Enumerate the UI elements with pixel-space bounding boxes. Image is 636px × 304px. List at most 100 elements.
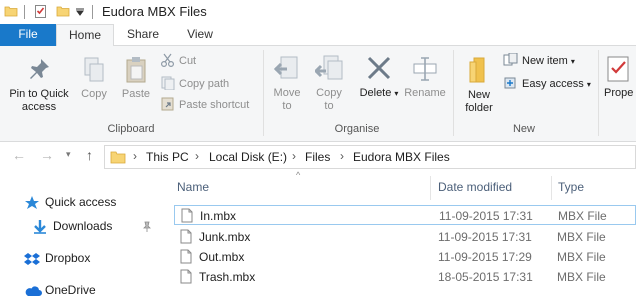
rename-label: Rename bbox=[404, 87, 446, 99]
file-date: 11-09-2015 17:31 bbox=[439, 209, 533, 223]
file-name: In.mbx bbox=[200, 209, 237, 223]
file-name: Trash.mbx bbox=[199, 270, 256, 284]
divider bbox=[24, 5, 25, 19]
file-type: MBX File bbox=[557, 250, 606, 264]
new-folder-label-1: New bbox=[467, 89, 490, 101]
title-bar: Eudora MBX Files bbox=[0, 0, 636, 24]
delete-dropdown-icon[interactable]: ▾ bbox=[394, 89, 398, 98]
new-item-button[interactable]: New item ▾ bbox=[503, 53, 575, 69]
properties-check-icon[interactable] bbox=[34, 4, 48, 19]
cut-button[interactable]: Cut bbox=[160, 53, 196, 69]
breadcrumb-this-pc[interactable]: This PC bbox=[146, 150, 189, 164]
delete-label: Delete bbox=[359, 87, 392, 99]
move-to-label-1: Move bbox=[273, 87, 301, 99]
copy-button[interactable]: Copy bbox=[76, 56, 112, 101]
divider bbox=[92, 5, 93, 19]
nav-item-label: OneDrive bbox=[45, 283, 96, 297]
pin-to-quick-access-button[interactable]: Pin to Quick access bbox=[4, 56, 74, 114]
window-title: Eudora MBX Files bbox=[102, 4, 207, 19]
copy-path-icon bbox=[161, 76, 175, 90]
organise-group-label: Organise bbox=[334, 123, 380, 135]
paste-button[interactable]: Paste bbox=[116, 56, 156, 101]
tab-share[interactable]: Share bbox=[118, 24, 168, 46]
nav-item-label: Downloads bbox=[53, 219, 113, 233]
copy-label: Copy bbox=[81, 88, 107, 100]
column-header-name[interactable]: Name bbox=[177, 180, 209, 194]
forward-arrow-icon[interactable]: → bbox=[40, 147, 54, 163]
move-to-label-2: to bbox=[282, 100, 292, 112]
delete-button[interactable]: Delete ▾ bbox=[358, 54, 400, 100]
paste-shortcut-label: Paste shortcut bbox=[179, 99, 250, 111]
table-row[interactable]: Junk.mbx 11-09-2015 17:31 MBX File bbox=[174, 227, 636, 247]
tab-file[interactable]: File bbox=[0, 24, 56, 46]
easy-access-label: Easy access bbox=[522, 78, 584, 90]
star-icon bbox=[25, 196, 39, 209]
sort-ascending-icon: ^ bbox=[296, 170, 301, 180]
new-item-icon bbox=[503, 53, 518, 66]
chevron-right-icon[interactable]: › bbox=[133, 149, 137, 163]
breadcrumb-eudora-mbx-files[interactable]: Eudora MBX Files bbox=[353, 150, 450, 164]
copy-to-label-1: Copy bbox=[316, 87, 342, 99]
table-row[interactable]: Trash.mbx 18-05-2015 17:31 MBX File bbox=[174, 267, 636, 287]
scissors-icon bbox=[161, 53, 174, 67]
file-date: 11-09-2015 17:29 bbox=[438, 250, 532, 264]
address-bar[interactable]: › This PC › Local Disk (E:) › Files › Eu… bbox=[104, 145, 636, 169]
chevron-right-icon[interactable]: › bbox=[195, 149, 199, 163]
tab-view[interactable]: View bbox=[176, 24, 224, 46]
pin-icon bbox=[30, 59, 49, 79]
table-row[interactable]: In.mbx 11-09-2015 17:31 MBX File bbox=[174, 205, 636, 225]
navigation-pane: Quick access Downloads Dropbox OneDrive bbox=[0, 172, 160, 304]
column-divider bbox=[551, 176, 552, 200]
file-type: MBX File bbox=[557, 230, 606, 244]
divider bbox=[453, 50, 454, 136]
back-arrow-icon[interactable]: ← bbox=[12, 147, 26, 163]
properties-button[interactable]: Prope bbox=[604, 54, 636, 100]
file-icon bbox=[181, 208, 193, 223]
breadcrumb-local-disk[interactable]: Local Disk (E:) bbox=[209, 150, 287, 164]
file-icon bbox=[180, 269, 192, 284]
folder-icon bbox=[110, 151, 126, 164]
properties-icon bbox=[607, 56, 629, 82]
delete-x-icon bbox=[367, 56, 391, 80]
chevron-right-icon[interactable]: › bbox=[292, 149, 296, 163]
up-arrow-icon[interactable]: ↑ bbox=[86, 147, 93, 163]
nav-item-label: Quick access bbox=[45, 195, 117, 209]
breadcrumb-files[interactable]: Files bbox=[305, 150, 330, 164]
file-icon bbox=[180, 249, 192, 264]
easy-access-button[interactable]: Easy access ▾ bbox=[503, 76, 591, 92]
paste-icon bbox=[126, 57, 146, 83]
column-divider bbox=[430, 176, 431, 200]
rename-button[interactable]: Rename bbox=[402, 54, 448, 100]
tab-home[interactable]: Home bbox=[56, 24, 114, 47]
ribbon-tabs: File Home Share View bbox=[0, 24, 636, 47]
move-to-icon bbox=[273, 56, 298, 79]
cloud-icon bbox=[25, 286, 42, 296]
copy-to-button[interactable]: Copy to bbox=[310, 54, 348, 113]
new-folder-qa-icon[interactable] bbox=[56, 4, 70, 18]
file-list: ^ Name Date modified Type In.mbx 11-09-2… bbox=[160, 170, 636, 304]
file-type: MBX File bbox=[558, 209, 607, 223]
table-row[interactable]: Out.mbx 11-09-2015 17:29 MBX File bbox=[174, 247, 636, 267]
new-folder-label-2: folder bbox=[465, 102, 493, 114]
dropbox-icon bbox=[24, 253, 40, 265]
customize-qa-dropdown-icon[interactable] bbox=[76, 8, 84, 16]
nav-item-label: Dropbox bbox=[45, 251, 91, 265]
file-date: 18-05-2015 17:31 bbox=[438, 270, 533, 284]
column-header-type[interactable]: Type bbox=[558, 180, 584, 194]
cut-label: Cut bbox=[179, 55, 197, 67]
paste-label: Paste bbox=[121, 88, 151, 100]
recent-locations-chevron-icon[interactable]: ▾ bbox=[66, 149, 71, 160]
move-to-button[interactable]: Move to bbox=[268, 54, 306, 113]
easy-access-icon bbox=[504, 77, 516, 89]
address-row: ← → ▾ ↑ › This PC › Local Disk (E:) › Fi… bbox=[0, 142, 636, 172]
chevron-right-icon[interactable]: › bbox=[340, 149, 344, 163]
paste-shortcut-button[interactable]: Paste shortcut bbox=[160, 97, 249, 113]
file-name: Junk.mbx bbox=[199, 230, 251, 244]
new-folder-button[interactable]: New folder bbox=[458, 54, 500, 115]
copy-to-label-2: to bbox=[324, 100, 334, 112]
column-header-date-modified[interactable]: Date modified bbox=[438, 180, 512, 194]
clipboard-group-label: Clipboard bbox=[107, 123, 155, 135]
easy-access-dropdown-icon: ▾ bbox=[586, 80, 591, 89]
file-name: Out.mbx bbox=[199, 250, 245, 264]
copy-path-button[interactable]: Copy path bbox=[160, 76, 229, 92]
